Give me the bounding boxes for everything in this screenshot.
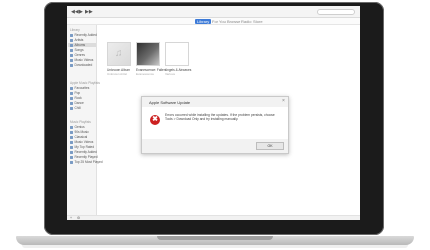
- close-icon[interactable]: ×: [282, 99, 285, 104]
- sidebar-item-playlist[interactable]: Top 25 Most Played: [70, 160, 103, 164]
- sidebar-item-music-videos[interactable]: Music Videos: [70, 58, 93, 62]
- status-bar: + ⚙: [67, 215, 360, 220]
- sidebar-item-songs[interactable]: Songs: [70, 48, 84, 52]
- sidebar-item-label: Classical: [74, 135, 88, 139]
- sidebar-item-label: Pop: [74, 91, 81, 95]
- gear-icon: [70, 135, 73, 139]
- gear-icon: [70, 160, 73, 164]
- album-icon: [70, 43, 73, 47]
- playlist-icon: [70, 91, 73, 95]
- sidebar-item-artists[interactable]: Artists: [70, 38, 83, 42]
- sidebar-item-playlist[interactable]: Music Videos: [70, 140, 93, 144]
- sidebar-item-albums[interactable]: Albums: [68, 43, 96, 47]
- sidebar-item-label: Top 25 Most Played: [74, 160, 103, 164]
- sidebar-item-label: Songs: [74, 48, 84, 52]
- sidebar-item-playlist[interactable]: 90s Music: [70, 130, 89, 134]
- dialog-body: ✖ Errors occurred while installing the u…: [142, 107, 288, 139]
- sidebar-item-label: Genius: [74, 125, 85, 129]
- sidebar-item-label: Genres: [74, 53, 85, 57]
- error-icon: ✖: [150, 115, 160, 125]
- download-icon: [70, 63, 73, 67]
- sidebar-item-playlist[interactable]: Pop: [70, 91, 80, 95]
- sidebar-header-apple-music: Apple Music Playlists: [70, 81, 100, 85]
- sidebar-item-playlist[interactable]: Classical: [70, 135, 87, 139]
- sidebar-item-label: Dance: [74, 101, 84, 105]
- sidebar-item-label: Chill: [74, 106, 81, 110]
- search-input[interactable]: [317, 9, 355, 15]
- itunes-window: ◀◀ ▶ ▶▶ Library For You Browse Radio Sto…: [67, 6, 360, 220]
- sidebar-item-playlist[interactable]: Chill: [70, 106, 81, 110]
- dialog-message: Errors occurred while installing the upd…: [165, 113, 275, 122]
- video-icon: [70, 58, 73, 62]
- sidebar-header-library: Library: [70, 28, 80, 32]
- gear-icon: [70, 130, 73, 134]
- sidebar-item-label: Favourites: [74, 86, 90, 90]
- playlist-icon: [70, 101, 73, 105]
- album-artwork[interactable]: [165, 42, 189, 66]
- album-artist: Various: [165, 72, 175, 76]
- sidebar-item-downloaded[interactable]: Downloaded: [70, 63, 92, 67]
- laptop-shadow: [22, 245, 408, 248]
- error-dialog: Apple Software Update × ✖ Errors occurre…: [141, 96, 289, 154]
- sidebar-item-playlist[interactable]: Genius: [70, 125, 85, 129]
- genius-icon: [70, 125, 73, 129]
- sidebar-item-label: Downloaded: [74, 63, 93, 67]
- sidebar-item-genres[interactable]: Genres: [70, 53, 85, 57]
- sidebar-item-label: Music Videos: [74, 58, 94, 62]
- album-artwork[interactable]: ♫: [107, 42, 131, 66]
- microphone-icon: [70, 38, 73, 42]
- sidebar-item-label: Recently Added: [74, 33, 97, 37]
- album-artist: Unknown Artist: [107, 72, 128, 76]
- sidebar-item-playlist[interactable]: Favourites: [70, 86, 89, 90]
- sidebar-header-music-playlists: Music Playlists: [70, 120, 91, 124]
- tab-bar: Library For You Browse Radio Store: [67, 18, 360, 25]
- music-note-icon: ♫: [115, 48, 123, 59]
- sidebar-item-label: Albums: [74, 43, 86, 47]
- gear-icon: [70, 145, 73, 149]
- album-artist: Evanescence: [136, 72, 155, 76]
- tab-library[interactable]: Library: [195, 19, 212, 24]
- playlist-icon: [70, 106, 73, 110]
- sidebar-item-label: Recently Played: [74, 155, 98, 159]
- laptop-notch: [157, 236, 273, 240]
- sidebar-item-label: Music Videos: [74, 140, 94, 144]
- album-artwork[interactable]: [136, 42, 160, 66]
- sidebar-item-playlist[interactable]: Rock: [70, 96, 82, 100]
- next-track-button[interactable]: ▶▶: [85, 9, 93, 15]
- sidebar-item-label: Rock: [74, 96, 82, 100]
- playlist-icon: [70, 86, 73, 90]
- previous-track-button[interactable]: ◀◀: [71, 9, 79, 15]
- gear-icon: [70, 155, 73, 159]
- gear-icon: [70, 150, 73, 154]
- sidebar-item-label: My Top Rated: [74, 145, 95, 149]
- laptop-base: [16, 236, 414, 245]
- sidebar-item-label: Artists: [74, 38, 84, 42]
- sidebar-item-playlist[interactable]: My Top Rated: [70, 145, 94, 149]
- clock-icon: [70, 33, 73, 37]
- play-button[interactable]: ▶: [79, 9, 83, 15]
- sidebar: Library Recently Added Artists Albums So…: [67, 25, 103, 220]
- tab-store[interactable]: Store: [253, 19, 263, 24]
- sidebar-item-label: 90s Music: [74, 130, 89, 134]
- sidebar-item-recently-added[interactable]: Recently Added: [70, 33, 97, 37]
- gear-icon: [70, 140, 73, 144]
- tab-radio[interactable]: Radio: [241, 19, 251, 24]
- sidebar-item-playlist[interactable]: Dance: [70, 101, 84, 105]
- tab-browse[interactable]: Browse: [227, 19, 240, 24]
- guitar-icon: [70, 53, 73, 57]
- playlist-icon: [70, 96, 73, 100]
- sidebar-item-label: Recently Added: [74, 150, 97, 154]
- dialog-title: Apple Software Update: [149, 100, 191, 105]
- sidebar-item-playlist[interactable]: Recently Added: [70, 150, 97, 154]
- music-note-icon: [70, 48, 73, 52]
- player-toolbar: ◀◀ ▶ ▶▶: [67, 6, 360, 18]
- add-icon[interactable]: +: [70, 216, 72, 220]
- tab-for-you[interactable]: For You: [212, 19, 226, 24]
- gear-icon[interactable]: ⚙: [77, 216, 80, 220]
- sidebar-item-playlist[interactable]: Recently Played: [70, 155, 98, 159]
- ok-button[interactable]: OK: [256, 142, 284, 150]
